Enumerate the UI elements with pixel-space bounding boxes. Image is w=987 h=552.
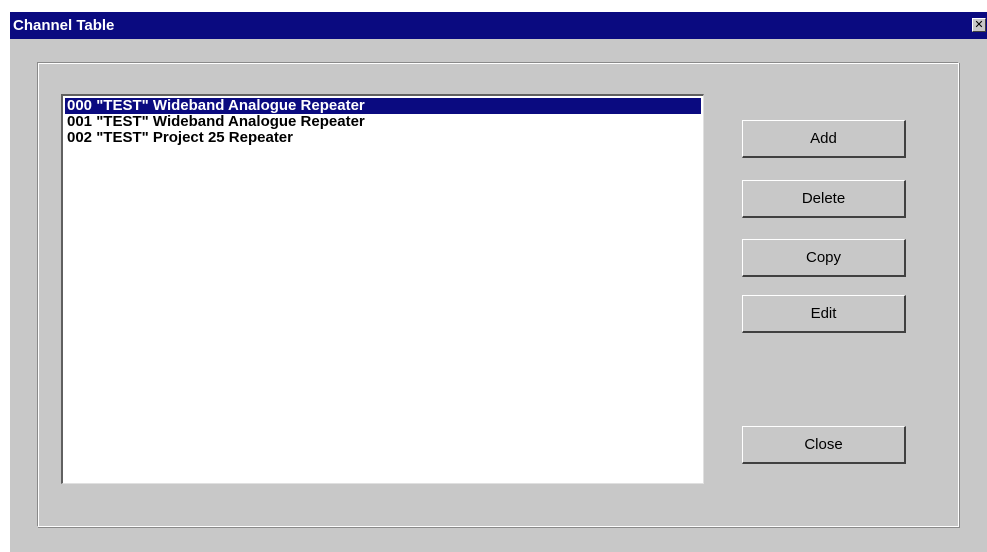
- edit-button[interactable]: Edit: [742, 295, 906, 333]
- title-bar: Channel Table ✕: [10, 12, 987, 39]
- close-icon[interactable]: ✕: [972, 18, 986, 32]
- list-item[interactable]: 002 "TEST" Project 25 Repeater: [65, 130, 701, 146]
- list-item[interactable]: 000 "TEST" Wideband Analogue Repeater: [65, 98, 701, 114]
- close-button[interactable]: Close: [742, 426, 906, 464]
- channel-listbox[interactable]: 000 "TEST" Wideband Analogue Repeater 00…: [61, 94, 704, 484]
- list-item[interactable]: 001 "TEST" Wideband Analogue Repeater: [65, 114, 701, 130]
- copy-button[interactable]: Copy: [742, 239, 906, 277]
- channel-table-dialog: Channel Table ✕ 000 "TEST" Wideband Anal…: [10, 12, 987, 552]
- delete-button[interactable]: Delete: [742, 180, 906, 218]
- window-title: Channel Table: [13, 17, 115, 34]
- add-button[interactable]: Add: [742, 120, 906, 158]
